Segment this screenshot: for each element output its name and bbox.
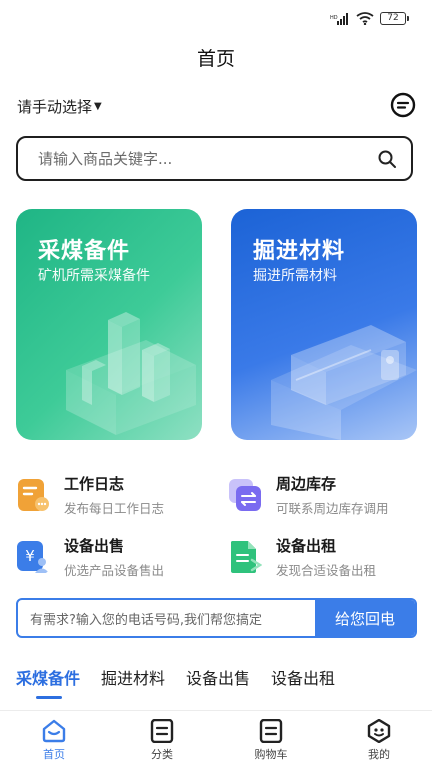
cart-icon: [259, 719, 283, 743]
page-title: 首页: [196, 48, 235, 70]
service-subtitle: 优选产品设备售出: [64, 563, 165, 578]
equipment-sale-icon: ¥: [17, 541, 49, 573]
wifi-icon: [356, 12, 374, 25]
home-icon: [42, 719, 66, 743]
phone-input[interactable]: 有需求?输入您的电话号码,我们帮您搞定: [18, 600, 315, 636]
nav-home[interactable]: 首页: [19, 719, 89, 762]
location-selector[interactable]: 请手动选择 ▼: [17, 96, 102, 117]
equipment-rent-icon: [231, 541, 262, 573]
callback-bar: 有需求?输入您的电话号码,我们帮您搞定 给您回电: [16, 598, 417, 638]
status-icons: HD 72: [330, 12, 409, 25]
service-title: 设备出租: [276, 537, 337, 555]
tab-equipment-sale[interactable]: 设备出售: [186, 665, 250, 699]
location-label: 请手动选择: [17, 98, 93, 116]
nav-label: 分类: [151, 748, 173, 761]
nav-label: 我的: [368, 748, 390, 761]
service-title: 周边库存: [276, 475, 337, 493]
service-title: 设备出售: [64, 537, 125, 555]
work-log-icon: [18, 479, 49, 511]
category-tabs: 采煤备件 掘进材料 设备出售 设备出租: [16, 665, 335, 699]
svg-text:HD: HD: [330, 15, 338, 21]
nav-profile[interactable]: 我的: [344, 719, 414, 762]
signal-icon: HD: [330, 12, 348, 25]
service-equipment-rent[interactable]: 设备出租 发现合适设备出租: [228, 532, 428, 582]
service-title: 工作日志: [64, 475, 125, 493]
card-title: 掘进材料: [253, 239, 346, 264]
search-input[interactable]: 请输入商品关键字...: [38, 148, 377, 169]
glass-blocks-illustration: [66, 312, 196, 435]
callback-button[interactable]: 给您回电: [315, 600, 415, 636]
message-icon[interactable]: [390, 92, 416, 118]
nearby-stock-icon: [229, 479, 261, 511]
service-work-log[interactable]: 工作日志 发布每日工作日志: [16, 470, 216, 520]
search-bar[interactable]: 请输入商品关键字...: [16, 136, 413, 181]
machine-illustration: [271, 325, 417, 440]
service-equipment-sale[interactable]: ¥ 设备出售 优选产品设备售出: [16, 532, 216, 582]
svg-text:¥: ¥: [25, 547, 35, 565]
nav-label: 购物车: [254, 748, 288, 761]
service-subtitle: 发布每日工作日志: [64, 501, 165, 516]
nav-category[interactable]: 分类: [127, 719, 197, 762]
tab-equipment-rent[interactable]: 设备出租: [271, 665, 335, 699]
card-subtitle: 掘进所需材料: [253, 268, 337, 284]
nav-label: 首页: [43, 748, 65, 761]
battery-icon: 72: [380, 12, 409, 25]
search-icon[interactable]: [377, 149, 397, 169]
tab-tunneling-materials[interactable]: 掘进材料: [101, 665, 165, 699]
tab-coal-parts[interactable]: 采煤备件: [16, 665, 80, 699]
status-bar: HD 72: [0, 0, 432, 34]
card-title: 采煤备件: [38, 239, 131, 264]
nav-cart[interactable]: 购物车: [236, 719, 306, 762]
service-nearby-stock[interactable]: 周边库存 可联系周边库存调用: [228, 470, 428, 520]
bottom-nav: 首页 分类 购物车 我的: [0, 710, 432, 768]
card-coal-parts[interactable]: 采煤备件 矿机所需采煤备件: [16, 209, 202, 440]
card-tunneling-materials[interactable]: 掘进材料 掘进所需材料: [231, 209, 417, 440]
service-subtitle: 可联系周边库存调用: [276, 501, 389, 516]
category-icon: [150, 719, 174, 743]
caret-down-icon: ▼: [94, 101, 102, 112]
service-subtitle: 发现合适设备出租: [276, 563, 377, 578]
card-subtitle: 矿机所需采煤备件: [38, 268, 150, 284]
profile-icon: [367, 719, 391, 743]
